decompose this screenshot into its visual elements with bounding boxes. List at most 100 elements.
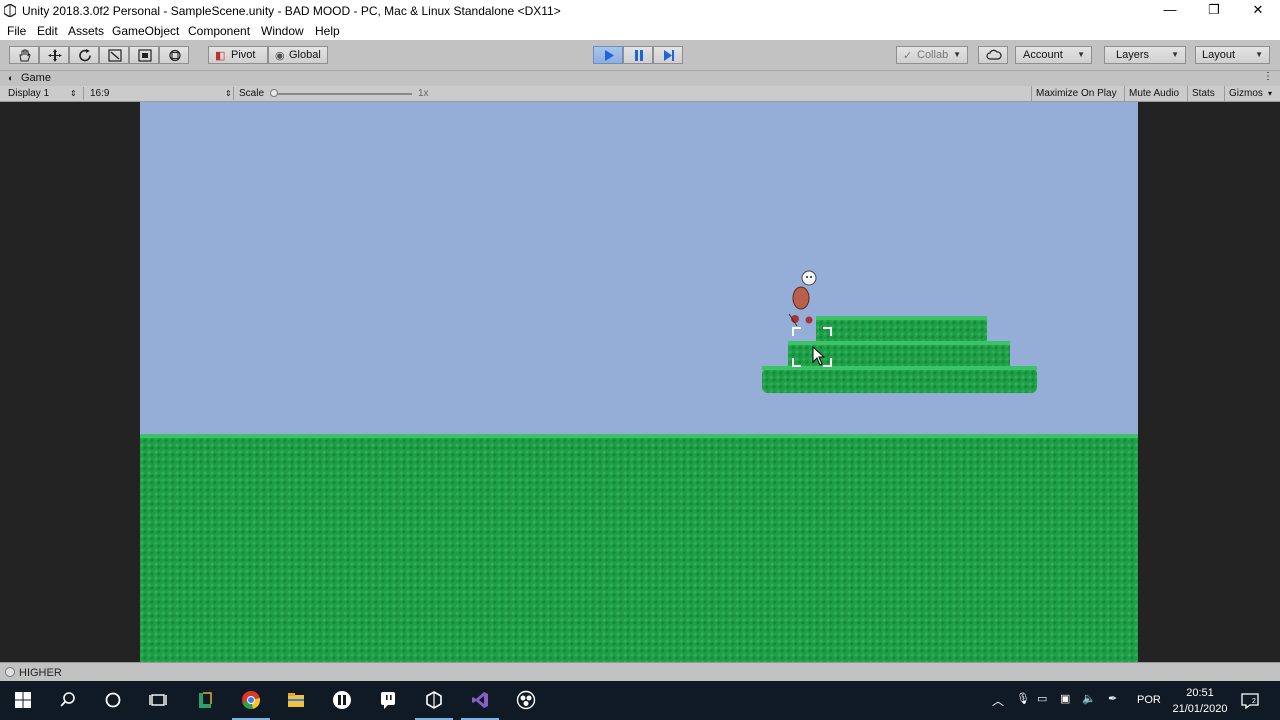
chevron-updown-icon: ⇕ xyxy=(70,89,77,98)
game-screen[interactable] xyxy=(140,102,1138,662)
network-icon[interactable]: ▣ xyxy=(1060,692,1070,705)
task-view-icon xyxy=(149,694,167,706)
taskbar: ︿ 🎙 ▭ ▣ 🔈 ✒ POR 20:51 21/01/2020 2 xyxy=(0,681,1280,720)
rect-tool-icon xyxy=(138,49,152,62)
menu-file[interactable]: File xyxy=(7,24,26,38)
taskbar-twitch[interactable] xyxy=(365,681,411,720)
layers-dropdown[interactable]: Layers ▼ xyxy=(1104,46,1186,64)
scale-label: Scale xyxy=(239,88,265,99)
display-dropdown[interactable]: Display 1 xyxy=(8,86,49,101)
start-button[interactable] xyxy=(0,681,46,720)
menu-assets[interactable]: Assets xyxy=(68,24,104,38)
clock[interactable]: 20:51 21/01/2020 xyxy=(1170,685,1230,717)
console-message[interactable]: HIGHER xyxy=(19,667,62,679)
minimize-button[interactable]: — xyxy=(1148,0,1192,22)
global-toggle[interactable]: ◉ Global xyxy=(268,46,328,64)
chevron-down-icon: ▼ xyxy=(1255,50,1263,59)
pivot-icon: ◧ xyxy=(215,50,226,62)
unity-logo-icon xyxy=(4,4,16,17)
step-button[interactable] xyxy=(653,46,683,64)
rotate-tool-button[interactable] xyxy=(69,46,99,64)
play-button[interactable] xyxy=(593,46,623,64)
close-button[interactable]: ✕ xyxy=(1236,0,1280,22)
microphone-icon[interactable]: 🎙 xyxy=(1016,692,1030,705)
chevron-down-icon: ▾ xyxy=(1268,89,1273,98)
taskbar-explorer[interactable] xyxy=(273,681,319,720)
pause-button[interactable] xyxy=(623,46,653,64)
taskbar-app-4[interactable] xyxy=(319,681,365,720)
account-dropdown[interactable]: Account ▼ xyxy=(1015,46,1092,64)
chevron-updown-icon: ⇕ xyxy=(225,89,232,98)
windows-start-icon xyxy=(15,692,31,708)
transform-tool-button[interactable] xyxy=(159,46,189,64)
layout-dropdown[interactable]: Layout ▼ xyxy=(1195,46,1270,64)
title-bar: Unity 2018.3.0f2 Personal - SampleScene.… xyxy=(0,0,1280,22)
move-tool-icon xyxy=(48,49,62,62)
folder-icon xyxy=(288,693,304,707)
app-icon xyxy=(333,691,351,709)
menu-window[interactable]: Window xyxy=(261,24,304,38)
pause-icon xyxy=(635,50,643,61)
move-tool-button[interactable] xyxy=(39,46,69,64)
global-icon: ◉ xyxy=(275,50,285,62)
game-tab-label: Game xyxy=(21,72,51,84)
rect-tool-button[interactable] xyxy=(129,46,159,64)
cloud-button[interactable] xyxy=(978,46,1008,64)
taskbar-unity[interactable] xyxy=(411,681,457,720)
info-icon xyxy=(5,667,15,677)
account-label: Account xyxy=(1023,49,1063,61)
scale-tool-icon xyxy=(108,49,122,62)
scale-tool-button[interactable] xyxy=(99,46,129,64)
pivot-toggle[interactable]: ◧ Pivot xyxy=(208,46,268,64)
check-icon: ✓ xyxy=(903,50,913,62)
search-button[interactable] xyxy=(45,681,91,720)
play-icon xyxy=(605,50,614,61)
game-tab[interactable]: ◐ Game ⋮ xyxy=(0,71,1280,86)
stats-toggle[interactable]: Stats xyxy=(1187,86,1219,101)
scale-slider-track[interactable] xyxy=(272,93,412,95)
cortana-icon xyxy=(105,692,121,708)
clock-time: 20:51 xyxy=(1186,687,1214,699)
step-icon xyxy=(664,50,674,61)
tab-menu-icon[interactable]: ⋮ xyxy=(1263,71,1273,82)
taskbar-app-1[interactable] xyxy=(182,681,228,720)
taskbar-visual-studio[interactable] xyxy=(457,681,503,720)
visual-studio-icon xyxy=(472,692,488,708)
window-title: Unity 2018.3.0f2 Personal - SampleScene.… xyxy=(22,4,561,18)
task-view-button[interactable] xyxy=(135,681,181,720)
chevron-down-icon: ▼ xyxy=(953,50,961,59)
restore-button[interactable]: ❐ xyxy=(1192,0,1236,22)
hand-tool-button[interactable] xyxy=(9,46,39,64)
scale-value: 1x xyxy=(418,88,429,99)
cortana-button[interactable] xyxy=(90,681,136,720)
maximize-on-play-toggle[interactable]: Maximize On Play xyxy=(1031,86,1121,101)
pen-icon[interactable]: ✒ xyxy=(1108,692,1117,705)
main-toolbar: ◧ Pivot ◉ Global ✓ Collab ▼ Account ▼ La… xyxy=(0,40,1280,71)
taskbar-chrome[interactable] xyxy=(228,681,274,720)
rotate-tool-icon xyxy=(79,49,91,62)
gizmos-dropdown[interactable]: Gizmos xyxy=(1224,86,1267,101)
battery-icon[interactable]: ▭ xyxy=(1037,692,1047,705)
taskbar-obs[interactable] xyxy=(503,681,549,720)
chevron-up-icon[interactable]: ︿ xyxy=(992,692,1004,709)
volume-icon[interactable]: 🔈 xyxy=(1082,692,1096,705)
global-label: Global xyxy=(289,49,321,61)
menu-edit[interactable]: Edit xyxy=(37,24,58,38)
menu-gameobject[interactable]: GameObject xyxy=(112,24,179,38)
scale-slider-thumb[interactable] xyxy=(270,89,278,97)
collab-dropdown[interactable]: ✓ Collab ▼ xyxy=(896,46,968,64)
menu-help[interactable]: Help xyxy=(315,24,340,38)
mute-audio-toggle[interactable]: Mute Audio xyxy=(1124,86,1183,101)
language-indicator[interactable]: POR xyxy=(1137,694,1161,706)
aspect-dropdown[interactable]: 16:9 xyxy=(90,86,109,101)
collab-label: Collab xyxy=(917,49,949,61)
cloud-icon xyxy=(986,49,1002,60)
svg-text:2: 2 xyxy=(1252,698,1256,705)
divider xyxy=(83,87,84,100)
menu-component[interactable]: Component xyxy=(188,24,250,38)
notification-icon[interactable]: 2 xyxy=(1240,691,1260,711)
player-character xyxy=(788,270,817,327)
game-view-options: Display 1 ⇕ 16:9 ⇕ Scale 1x Maximize On … xyxy=(0,86,1280,102)
chevron-down-icon: ▼ xyxy=(1077,50,1085,59)
mouse-cursor-icon xyxy=(812,346,826,366)
